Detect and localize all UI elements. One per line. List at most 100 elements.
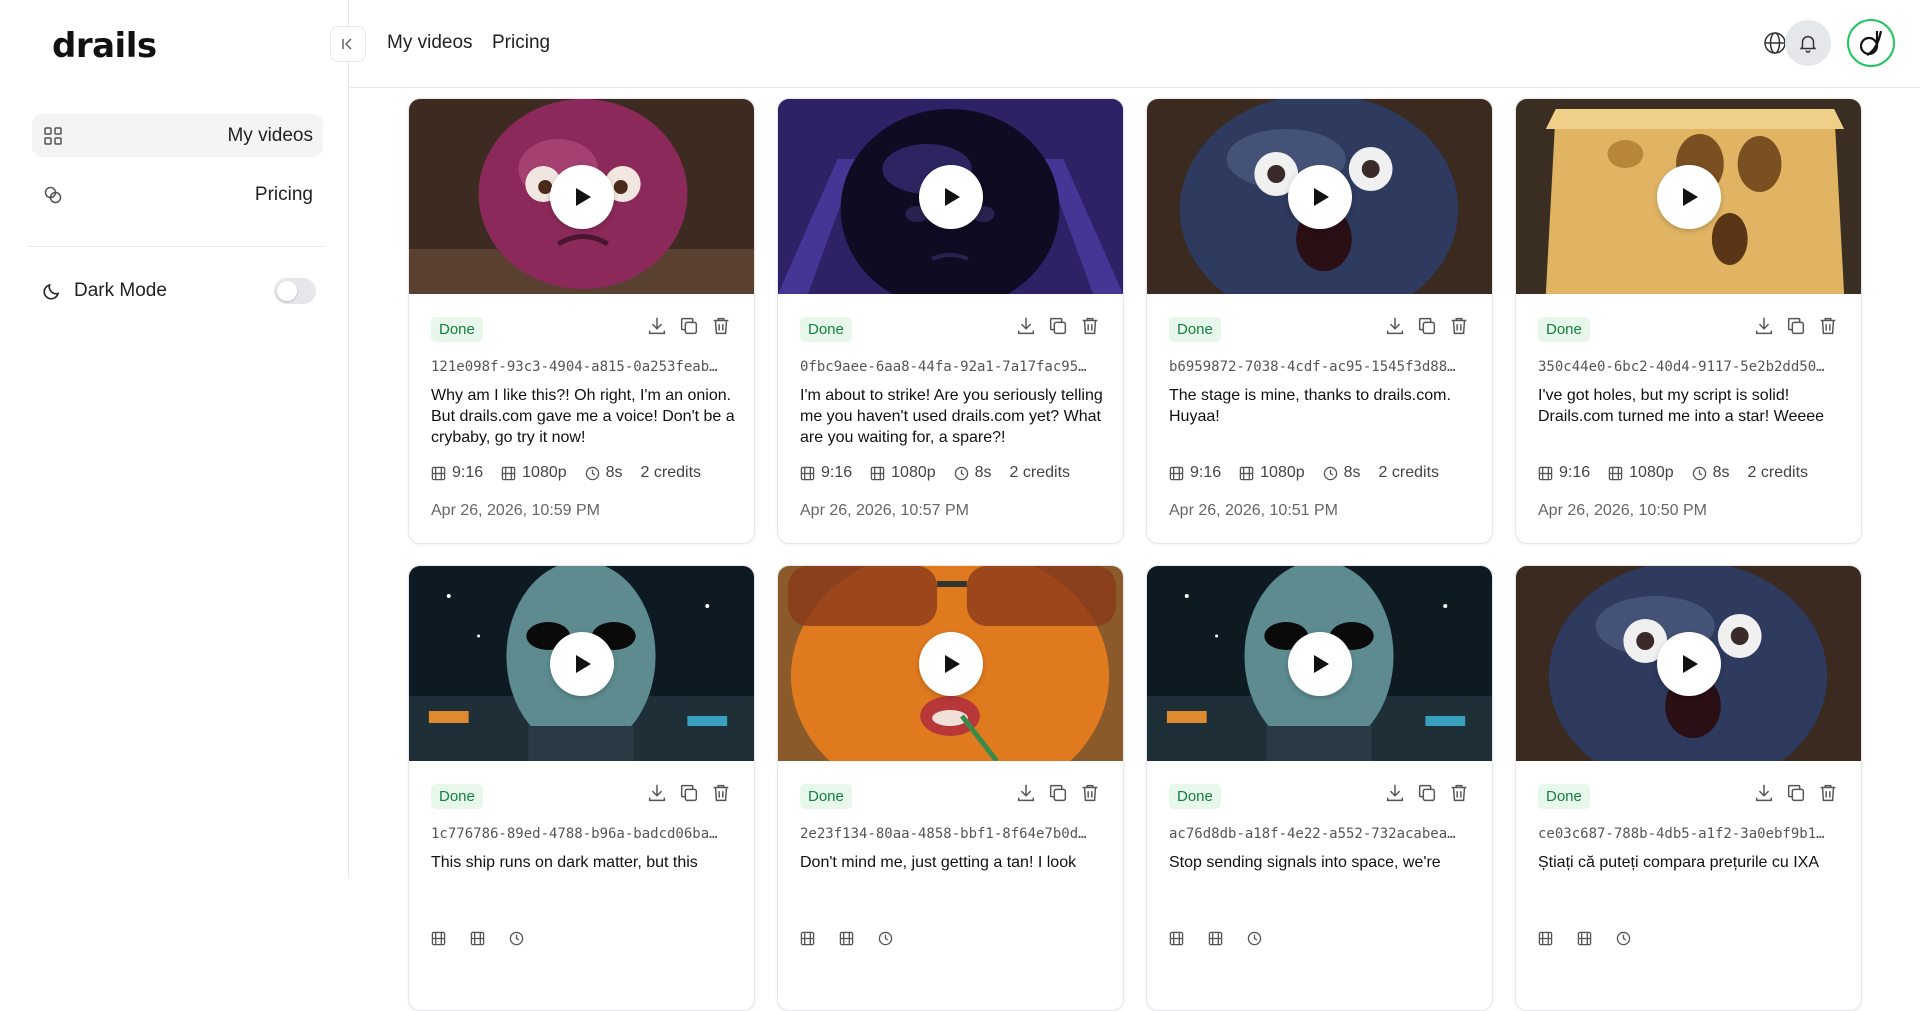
delete-button[interactable] [1079,782,1101,804]
play-button[interactable] [919,632,983,696]
play-icon [1683,188,1698,206]
download-button[interactable] [1015,782,1037,804]
created-date: Apr 26, 2026, 10:51 PM [1169,502,1338,519]
duration [509,931,530,946]
video-meta: 9:16 1080p 8s 2 credits [800,464,1088,482]
header-link-my-videos[interactable]: My videos [387,32,473,54]
divider [28,246,323,247]
film-icon [870,466,885,480]
download-button[interactable] [646,315,668,337]
delete-button[interactable] [1817,315,1839,337]
resolution: 1080p [870,464,936,482]
header-link-pricing[interactable]: Pricing [492,32,550,54]
delete-button[interactable] [1079,315,1101,337]
trash-icon [1451,784,1467,802]
copy-button[interactable] [1416,315,1438,337]
copy-button[interactable] [1416,782,1438,804]
copy-button[interactable] [1047,782,1069,804]
copy-button[interactable] [678,782,700,804]
play-button[interactable] [1288,165,1352,229]
resolution: 1080p [1608,464,1674,482]
video-id: b6959872-7038-4cdf-ac95-1545f3d88… [1169,359,1456,375]
card-actions [1384,315,1470,337]
copy-button[interactable] [1785,315,1807,337]
collapse-sidebar-button[interactable] [330,26,366,62]
resolution: 1080p [501,464,567,482]
clock-icon [585,466,599,480]
play-button[interactable] [550,632,614,696]
sidebar-item-pricing[interactable]: Pricing [32,173,323,216]
film-icon [1538,931,1553,946]
download-button[interactable] [1384,315,1406,337]
video-card[interactable]: Done ce03c687-788b-4db5-a1f2-3a0ebf9b1… … [1515,565,1862,1011]
video-card[interactable]: Done 0fbc9aee-6aa8-44fa-92a1-7a17fac95… … [777,98,1124,544]
credits: 2 credits [1010,464,1070,482]
delete-button[interactable] [1448,315,1470,337]
download-icon [1755,784,1773,802]
video-card[interactable]: Done 121e098f-93c3-4904-a815-0a253feab… … [408,98,755,544]
sidebar-item-my-videos[interactable]: My videos [32,114,323,157]
moon-icon [43,283,60,300]
play-button[interactable] [919,165,983,229]
app-logo[interactable]: drails [52,26,157,66]
trash-icon [1820,784,1836,802]
dark-mode-label: Dark Mode [74,280,167,301]
download-icon [1755,317,1773,335]
download-button[interactable] [1384,782,1406,804]
download-button[interactable] [646,782,668,804]
play-button[interactable] [550,165,614,229]
delete-button[interactable] [1817,782,1839,804]
clock-icon [878,931,893,946]
film-icon [431,931,446,946]
delete-button[interactable] [710,782,732,804]
avatar[interactable] [1847,19,1895,67]
aspect-ratio-value: 9:16 [1190,464,1222,481]
download-icon [1017,784,1035,802]
copy-button[interactable] [1047,315,1069,337]
top-header: My videos Pricing [350,0,1920,88]
play-button[interactable] [1288,632,1352,696]
collapse-left-icon [342,38,352,50]
copy-icon [680,317,698,335]
delete-button[interactable] [1448,782,1470,804]
video-card[interactable]: Done ac76d8db-a18f-4e22-a552-732acabea… … [1146,565,1493,1011]
card-actions [1753,315,1839,337]
video-card[interactable]: Done 350c44e0-6bc2-40d4-9117-5e2b2dd50… … [1515,98,1862,544]
status-badge: Done [1169,784,1221,809]
card-actions [1753,782,1839,804]
card-actions [1384,782,1470,804]
film-icon [1538,466,1553,480]
status-badge: Done [1538,317,1590,342]
delete-button[interactable] [710,315,732,337]
download-button[interactable] [1753,315,1775,337]
aspect-ratio-value: 9:16 [1559,464,1591,481]
play-button[interactable] [1657,165,1721,229]
dark-mode-toggle[interactable] [274,278,316,304]
status-badge: Done [431,317,483,342]
duration [878,931,899,946]
film-icon [431,466,446,480]
film-icon [1608,466,1623,480]
video-meta: 9:16 1080p 8s 2 credits [1169,464,1457,482]
trash-icon [1820,317,1836,335]
card-actions [646,782,732,804]
copy-button[interactable] [1785,782,1807,804]
trash-icon [1451,317,1467,335]
copy-button[interactable] [678,315,700,337]
download-button[interactable] [1753,782,1775,804]
play-button[interactable] [1657,632,1721,696]
aspect-ratio: 9:16 [800,464,852,482]
video-card[interactable]: Done 2e23f134-80aa-4858-bbf1-8f64e7b0d… … [777,565,1124,1011]
video-meta: 9:16 1080p 8s 2 credits [1538,464,1826,482]
clock-icon [1616,931,1631,946]
duration: 8s [954,464,992,482]
film-icon [800,931,815,946]
video-script: Don't mind me, just getting a tan! I loo… [800,854,1077,871]
card-actions [1015,782,1101,804]
copy-icon [1787,784,1805,802]
notifications-button[interactable] [1785,20,1831,66]
video-card[interactable]: Done b6959872-7038-4cdf-ac95-1545f3d88… … [1146,98,1493,544]
video-script: I'm about to strike! Are you seriously t… [800,387,1103,446]
download-button[interactable] [1015,315,1037,337]
video-card[interactable]: Done 1c776786-89ed-4788-b96a-badcd06ba… … [408,565,755,1011]
